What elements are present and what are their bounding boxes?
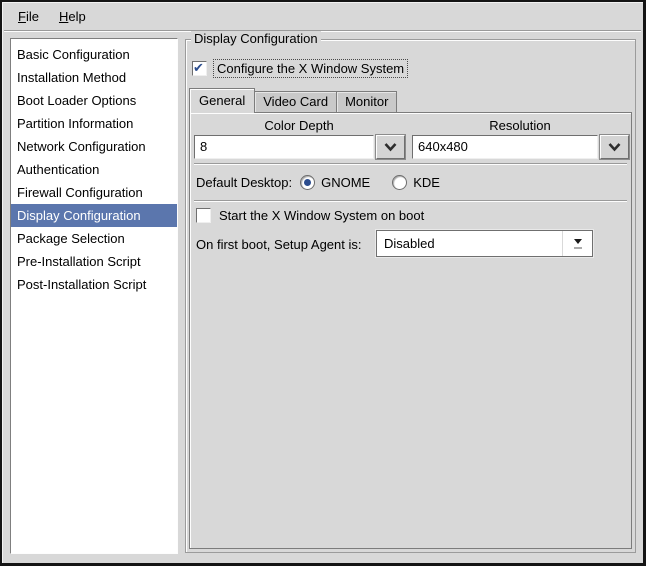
separator: [194, 163, 627, 165]
color-depth-value[interactable]: 8: [194, 135, 374, 159]
sidebar-item-authentication[interactable]: Authentication: [11, 158, 177, 181]
sidebar-item-basic-configuration[interactable]: Basic Configuration: [11, 43, 177, 66]
sidebar-item-post-installation-script[interactable]: Post-Installation Script: [11, 273, 177, 296]
setup-agent-value: Disabled: [384, 236, 435, 251]
resolution-dropdown-button[interactable]: [599, 134, 630, 160]
tab-general[interactable]: General: [189, 88, 256, 113]
setup-agent-dropdown[interactable]: Disabled: [376, 230, 593, 257]
general-tab-page: Color Depth Resolution 8 640x480 Default…: [189, 112, 632, 549]
option-menu-arrow-icon: [562, 231, 592, 256]
menubar: File Help: [4, 2, 641, 31]
start-x-label: Start the X Window System on boot: [219, 208, 425, 223]
display-configuration-frame: Display Configuration ✔ Configure the X …: [185, 31, 636, 553]
configure-x-checkbox[interactable]: ✔: [192, 60, 207, 76]
kde-radio[interactable]: [392, 174, 408, 190]
color-depth-combo: 8: [194, 134, 406, 160]
check-icon: ✔: [193, 60, 204, 75]
sidebar-item-pre-installation-script[interactable]: Pre-Installation Script: [11, 250, 177, 273]
configure-x-label: Configure the X Window System: [213, 59, 409, 78]
default-desktop-label: Default Desktop:: [196, 174, 293, 190]
menu-file[interactable]: File: [8, 5, 49, 28]
sidebar-item-network-configuration[interactable]: Network Configuration: [11, 135, 177, 158]
tab-video-card[interactable]: Video Card: [254, 91, 338, 113]
sidebar-item-partition-information[interactable]: Partition Information: [11, 112, 177, 135]
kde-radio-group[interactable]: KDE: [392, 174, 454, 190]
default-desktop-row: Default Desktop: GNOME KDE: [196, 171, 454, 193]
sidebar-item-display-configuration[interactable]: Display Configuration: [11, 204, 177, 227]
gnome-radio-group[interactable]: GNOME: [300, 174, 384, 190]
setup-agent-row: On first boot, Setup Agent is: Disabled: [196, 230, 593, 258]
color-depth-dropdown-button[interactable]: [375, 134, 406, 160]
resolution-combo: 640x480: [412, 134, 630, 160]
kickstart-configurator-window: File Help Basic Configuration Installati…: [0, 0, 646, 566]
tab-monitor[interactable]: Monitor: [336, 91, 398, 113]
chevron-down-icon: [384, 143, 397, 152]
radio-selected-dot: [304, 178, 312, 186]
start-x-checkbox[interactable]: [196, 208, 211, 223]
start-x-checkbox-row[interactable]: Start the X Window System on boot: [196, 208, 426, 223]
chevron-down-icon: [608, 143, 621, 152]
gnome-radio[interactable]: [300, 174, 316, 190]
gnome-radio-label: GNOME: [321, 174, 371, 190]
sidebar-item-package-selection[interactable]: Package Selection: [11, 227, 177, 250]
color-depth-label: Color Depth: [264, 118, 334, 133]
display-tabs: General Video Card Monitor: [189, 88, 398, 113]
sidebar-item-installation-method[interactable]: Installation Method: [11, 66, 177, 89]
frame-title: Display Configuration: [191, 31, 321, 47]
menu-help[interactable]: Help: [49, 5, 96, 28]
section-list: Basic Configuration Installation Method …: [10, 38, 178, 554]
sidebar-item-firewall-configuration[interactable]: Firewall Configuration: [11, 181, 177, 204]
resolution-value[interactable]: 640x480: [412, 135, 598, 159]
configure-x-checkbox-row[interactable]: ✔ Configure the X Window System: [192, 59, 409, 78]
resolution-label: Resolution: [489, 118, 551, 133]
setup-agent-label: On first boot, Setup Agent is:: [196, 236, 362, 252]
sidebar-item-boot-loader-options[interactable]: Boot Loader Options: [11, 89, 177, 112]
separator: [194, 200, 627, 202]
kde-radio-label: KDE: [413, 174, 440, 190]
